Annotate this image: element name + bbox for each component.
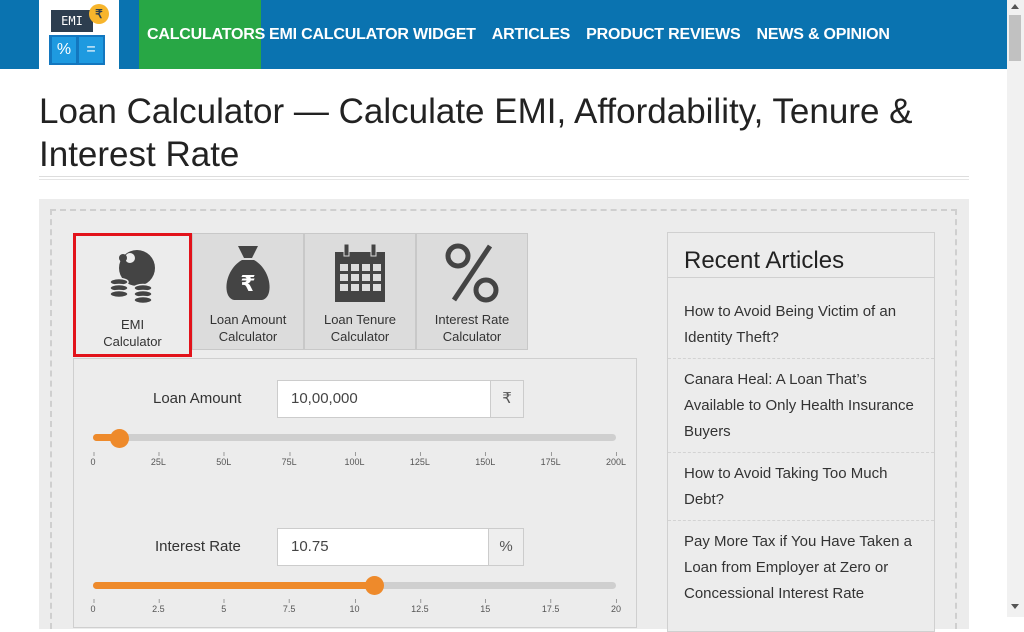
scroll-up-arrow-icon[interactable]: [1011, 4, 1019, 9]
tab-label-line2: Calculator: [103, 334, 162, 349]
scale-tick-label: 0: [90, 452, 96, 467]
scale-tick-label: 100L: [344, 452, 365, 467]
scale-tick-label: 25L: [150, 452, 166, 467]
scale-tick-label: 15: [480, 599, 491, 614]
calendar-icon: [335, 243, 385, 302]
tab-label-line2: Calculator: [442, 329, 502, 344]
logo-screen: EMI: [51, 10, 93, 32]
tab-emi-calculator[interactable]: EMI Calculator: [73, 233, 192, 357]
loan-amount-slider-handle[interactable]: [109, 429, 129, 448]
nav-item-product-reviews[interactable]: PRODUCT REVIEWS: [578, 0, 748, 69]
title-divider: [39, 176, 969, 177]
tab-label-line2: Calculator: [330, 329, 390, 344]
sidebar-title: Recent Articles: [684, 247, 845, 274]
nav-item-emi-calculator-widget[interactable]: EMI CALCULATOR WIDGET: [261, 0, 484, 69]
money-bag-icon: ₹: [226, 246, 270, 300]
page-title: Loan Calculator — Calculate EMI, Afforda…: [39, 92, 913, 174]
logo-percent-key: %: [52, 37, 76, 63]
scale-tick-label: 50L: [216, 452, 232, 467]
article-link[interactable]: How to Avoid Taking Too Much Debt?: [668, 452, 934, 513]
main-nav: CALCULATORS EMI CALCULATOR WIDGET ARTICL…: [139, 0, 898, 107]
interest-rate-scale: 0 2.5 5 7.5 10 12.5 15 17.5 20: [90, 599, 621, 616]
nav-item-label: CALCULATORS: [147, 26, 266, 43]
logo-equals-key: =: [79, 37, 103, 63]
svg-text:₹: ₹: [240, 272, 255, 297]
scale-tick-label: 0: [90, 599, 96, 614]
scale-tick-label: 75L: [281, 452, 297, 467]
site-logo[interactable]: EMI ₹ % =: [39, 0, 119, 79]
scale-tick-label: 150L: [475, 452, 496, 467]
tab-loan-tenure-calculator[interactable]: Loan Tenure Calculator: [304, 233, 416, 350]
scale-tick-label: 200L: [605, 452, 627, 467]
tab-loan-amount-calculator[interactable]: ₹ Loan Amount Calculator: [192, 233, 304, 350]
tab-interest-rate-calculator[interactable]: Interest Rate Calculator: [416, 233, 528, 350]
loan-amount-slider-track[interactable]: [93, 434, 616, 441]
tab-label-line2: Calculator: [218, 329, 278, 344]
loan-amount-scale: 0 25L 50L 75L 100L 125L 150L 175L 200L: [90, 452, 626, 469]
tab-label-line1: Interest Rate: [434, 312, 510, 327]
scale-tick-label: 20: [610, 599, 622, 614]
scale-tick-label: 5: [221, 599, 227, 614]
nav-item-calculators[interactable]: CALCULATORS: [139, 0, 265, 107]
scale-tick-label: 125L: [409, 452, 430, 467]
interest-rate-slider-fill: [93, 582, 375, 589]
loan-amount-label: Loan Amount: [153, 390, 242, 407]
scale-tick-label: 2.5: [152, 599, 165, 614]
logo-rupee-coin: ₹: [89, 4, 109, 24]
scale-tick-label: 7.5: [282, 599, 296, 614]
interest-rate-input[interactable]: 10.75: [277, 528, 489, 566]
title-divider-secondary: [39, 179, 969, 180]
scale-tick-label: 17.5: [541, 599, 560, 614]
vertical-scrollbar[interactable]: [1007, 0, 1024, 617]
tab-label-line1: Loan Tenure: [323, 312, 397, 327]
percent-icon: [445, 243, 499, 303]
rupee-unit-addon: ₹: [490, 380, 524, 418]
interest-rate-label: Interest Rate: [155, 538, 241, 555]
nav-item-articles[interactable]: ARTICLES: [484, 0, 578, 69]
percent-unit-addon: %: [488, 528, 524, 566]
article-link[interactable]: How to Avoid Being Victim of an Identity…: [668, 299, 934, 351]
scale-tick-label: 175L: [540, 452, 561, 467]
coins-icon: [108, 250, 155, 305]
interest-rate-slider-handle[interactable]: [364, 576, 384, 595]
scale-tick-label: 10: [349, 599, 360, 614]
article-link[interactable]: Pay More Tax if You Have Taken a Loan fr…: [668, 520, 934, 607]
loan-amount-input[interactable]: 10,00,000: [277, 380, 491, 418]
tab-label-line1: EMI: [120, 317, 145, 332]
scrollbar-thumb[interactable]: [1009, 15, 1021, 61]
scroll-down-arrow-icon[interactable]: [1011, 604, 1019, 609]
nav-item-news-opinion[interactable]: NEWS & OPINION: [749, 0, 898, 69]
tab-label-line1: Loan Amount: [209, 312, 287, 327]
sidebar-title-divider: [668, 277, 934, 278]
recent-articles-sidebar: Recent Articles How to Avoid Being Victi…: [667, 232, 935, 632]
article-link[interactable]: Canara Heal: A Loan That’s Available to …: [668, 358, 934, 445]
scale-tick-label: 12.5: [411, 599, 429, 614]
